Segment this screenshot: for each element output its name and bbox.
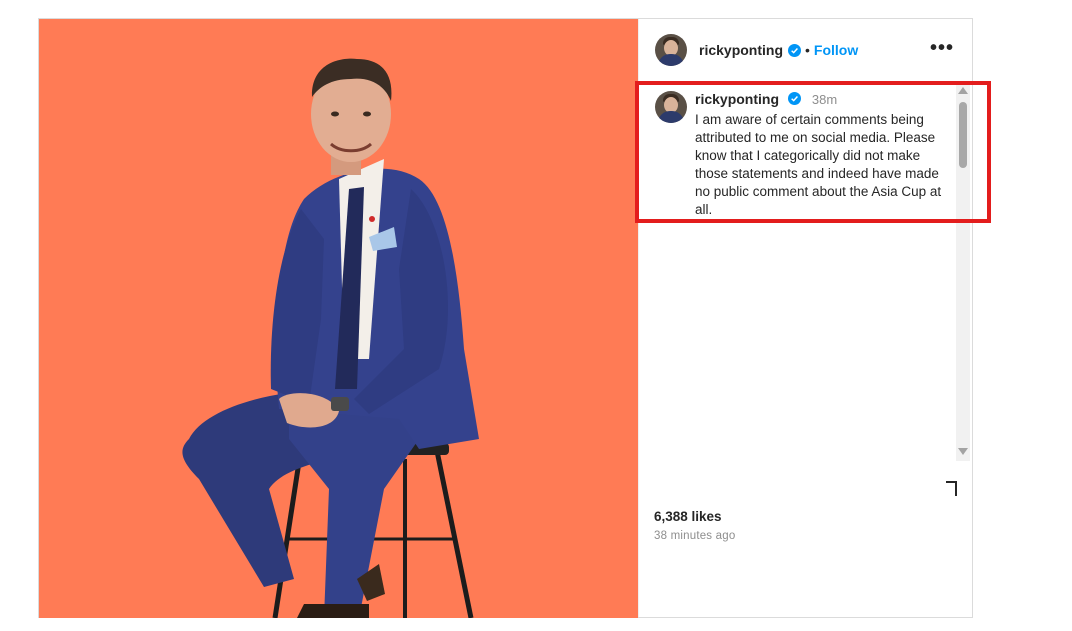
save-bookmark-icon[interactable] <box>941 479 961 499</box>
comments-section: rickyponting 38m I am aware of certain c… <box>639 83 974 461</box>
scroll-down-arrow[interactable] <box>958 448 968 455</box>
post-side-panel: rickyponting • Follow ••• rickyponting 3… <box>638 19 974 617</box>
comments-scrollbar[interactable] <box>956 83 970 461</box>
verified-badge-icon <box>788 43 802 57</box>
caption-time[interactable]: 38m <box>812 92 837 107</box>
verified-badge-icon <box>788 92 802 105</box>
author-username[interactable]: rickyponting <box>699 42 783 58</box>
likes-count[interactable]: 6,388 likes <box>654 509 722 524</box>
post-header: rickyponting • Follow ••• <box>639 19 974 81</box>
header-separator: • <box>805 42 810 58</box>
caption-text: I am aware of certain comments being att… <box>695 112 942 217</box>
scroll-up-arrow[interactable] <box>958 87 968 94</box>
photo-illustration <box>39 19 638 618</box>
scroll-thumb[interactable] <box>959 102 967 168</box>
post-timestamp[interactable]: 38 minutes ago <box>654 530 735 542</box>
author-avatar[interactable] <box>655 34 687 66</box>
more-options-icon[interactable]: ••• <box>930 37 954 60</box>
instagram-post: rickyponting • Follow ••• rickyponting 3… <box>38 18 973 618</box>
caption: rickyponting 38m I am aware of certain c… <box>655 91 945 219</box>
caption-username[interactable]: rickyponting <box>695 91 779 107</box>
caption-avatar[interactable] <box>655 91 687 123</box>
follow-button[interactable]: Follow <box>814 42 858 58</box>
post-photo[interactable] <box>39 19 638 618</box>
